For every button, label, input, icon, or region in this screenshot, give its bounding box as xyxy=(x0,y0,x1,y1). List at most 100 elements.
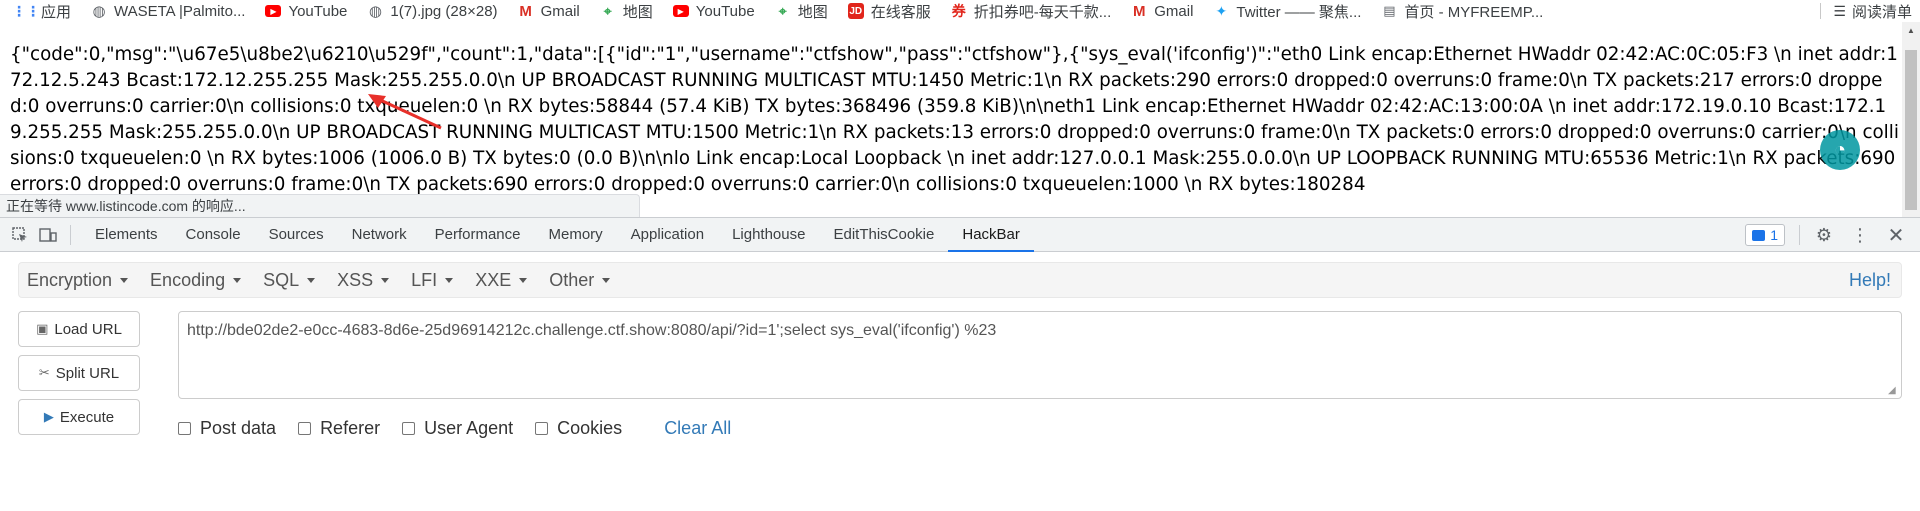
bookmark-label: Twitter —— 聚焦... xyxy=(1236,3,1362,21)
reading-list-icon: ☰ xyxy=(1833,2,1846,19)
page-scrollbar[interactable]: ▲ xyxy=(1902,22,1920,217)
map-icon: ⌖ xyxy=(778,2,787,19)
bookmark-label: 地图 xyxy=(797,3,828,21)
caret-down-icon xyxy=(602,277,611,283)
bookmark-youtube-2[interactable]: ▶ YouTube xyxy=(672,2,755,20)
bookmark-maps[interactable]: ⌖ 地图 xyxy=(600,1,653,22)
bookmark-waseta[interactable]: ◍ WASETA |Palmito... xyxy=(91,3,245,21)
bookmark-jd[interactable]: JD 在线客服 xyxy=(847,1,931,22)
reading-list-label: 阅读清单 xyxy=(1851,3,1912,21)
checkbox[interactable] xyxy=(535,421,549,435)
execute-button[interactable]: ▶ Execute xyxy=(18,399,140,435)
page-content: {"code":0,"msg":"\u67e5\u8be2\u6210\u529… xyxy=(0,22,1902,217)
json-response-text: {"code":0,"msg":"\u67e5\u8be2\u6210\u529… xyxy=(10,44,1899,195)
bookmark-label: 首页 - MYFREEMP... xyxy=(1404,3,1544,21)
checkbox[interactable] xyxy=(402,421,416,435)
bookmark-label: 1(7).jpg (28×28) xyxy=(390,2,498,20)
scissors-icon: ✂ xyxy=(38,365,50,380)
menu-label: Other xyxy=(549,269,595,290)
menu-xxe[interactable]: XXE xyxy=(467,270,535,291)
split-url-button[interactable]: ✂ Split URL xyxy=(18,355,140,391)
tab-performance[interactable]: Performance xyxy=(421,218,535,252)
more-options-icon[interactable]: ⋮ xyxy=(1848,218,1872,252)
option-label: User Agent xyxy=(424,417,514,438)
caret-down-icon xyxy=(445,277,454,283)
menu-encoding[interactable]: Encoding xyxy=(142,270,249,291)
help-link[interactable]: Help! xyxy=(1849,270,1891,291)
clear-all-link[interactable]: Clear All xyxy=(664,418,731,439)
cookies-checkbox[interactable]: Cookies xyxy=(535,418,622,439)
menu-encryption[interactable]: Encryption xyxy=(19,270,136,291)
referer-checkbox[interactable]: Referer xyxy=(298,418,380,439)
url-input[interactable] xyxy=(178,311,1902,399)
tab-memory[interactable]: Memory xyxy=(535,218,617,252)
bookmark-jpg[interactable]: ◍ 1(7).jpg (28×28) xyxy=(367,2,498,21)
bookmark-label: YouTube xyxy=(288,2,348,20)
bookmark-gmail-2[interactable]: M Gmail xyxy=(1131,3,1193,20)
menu-other[interactable]: Other xyxy=(541,270,618,291)
tab-editthiscookie[interactable]: EditThisCookie xyxy=(819,218,948,252)
resize-grip-icon[interactable]: ◢ xyxy=(1888,385,1900,397)
bookmark-myfreemp[interactable]: ▤ 首页 - MYFREEMP... xyxy=(1381,1,1543,22)
divider xyxy=(1820,3,1822,19)
button-label: Load URL xyxy=(54,320,122,338)
settings-gear-icon[interactable]: ⚙ xyxy=(1812,218,1836,252)
bookmark-youtube[interactable]: ▶ YouTube xyxy=(265,3,347,20)
bookmark-label: Gmail xyxy=(540,2,580,20)
bookmark-apps[interactable]: ⋮⋮ 应用 xyxy=(12,1,71,22)
issues-count: 1 xyxy=(1770,227,1778,243)
device-toolbar-icon[interactable] xyxy=(34,218,62,252)
tab-elements[interactable]: Elements xyxy=(81,218,172,252)
tab-network[interactable]: Network xyxy=(338,218,421,252)
checkbox[interactable] xyxy=(178,421,191,435)
tab-console[interactable]: Console xyxy=(172,218,255,252)
menu-label: XSS xyxy=(337,269,374,290)
twitter-icon: ✦ xyxy=(1215,2,1228,19)
hackbar-options: Post data Referer User Agent Cookies Cle… xyxy=(178,415,731,441)
user-agent-checkbox[interactable]: User Agent xyxy=(402,418,513,439)
tab-sources[interactable]: Sources xyxy=(255,218,338,252)
apps-grid-icon: ⋮⋮ xyxy=(12,2,40,19)
load-url-button[interactable]: ▣ Load URL xyxy=(18,311,140,347)
coupon-icon: 券 xyxy=(951,3,966,19)
bookmark-label: Gmail xyxy=(1154,2,1194,20)
close-icon[interactable]: ✕ xyxy=(1884,218,1908,252)
reading-list-button[interactable]: ☰ 阅读清单 xyxy=(1810,0,1912,22)
issues-badge[interactable]: 1 xyxy=(1745,224,1785,246)
devtools-tab-bar: Elements Console Sources Network Perform… xyxy=(0,218,1920,252)
youtube-icon: ▶ xyxy=(265,5,282,17)
caret-down-icon xyxy=(233,277,242,283)
menu-label: Encryption xyxy=(27,269,113,290)
floating-assistant-icon[interactable]: ◔ xyxy=(1820,130,1860,170)
bookmark-coupon[interactable]: 券折扣券吧-每天千款... xyxy=(951,1,1112,22)
bookmark-label: 地图 xyxy=(622,3,653,21)
menu-sql[interactable]: SQL xyxy=(255,270,323,291)
option-label: Referer xyxy=(320,417,381,438)
divider xyxy=(1799,225,1800,245)
bookmark-label: 在线客服 xyxy=(870,3,931,21)
inspect-element-icon[interactable] xyxy=(6,218,34,252)
bookmark-twitter[interactable]: ✦ Twitter —— 聚焦... xyxy=(1213,1,1362,22)
bookmark-gmail[interactable]: M Gmail xyxy=(518,2,580,20)
map-icon: ⌖ xyxy=(603,2,612,19)
menu-lfi[interactable]: LFI xyxy=(403,270,461,291)
bookmark-label: 折扣券吧-每天千款... xyxy=(973,3,1112,21)
tab-lighthouse[interactable]: Lighthouse xyxy=(718,218,819,252)
gmail-icon: M xyxy=(519,2,532,20)
post-data-checkbox[interactable]: Post data xyxy=(178,418,276,439)
menu-xss[interactable]: XSS xyxy=(329,270,397,291)
load-icon: ▣ xyxy=(36,321,49,336)
scroll-up-icon[interactable]: ▲ xyxy=(1902,22,1920,39)
tab-application[interactable]: Application xyxy=(617,218,718,252)
caret-down-icon xyxy=(120,277,129,283)
menu-label: LFI xyxy=(411,269,438,290)
checkbox[interactable] xyxy=(298,421,312,435)
scroll-thumb[interactable] xyxy=(1905,50,1917,210)
bookmark-maps-2[interactable]: ⌖ 地图 xyxy=(775,1,828,22)
caret-down-icon xyxy=(307,277,316,283)
message-icon xyxy=(1752,229,1766,241)
bookmark-label: YouTube xyxy=(695,2,755,20)
devtools-panel: Elements Console Sources Network Perform… xyxy=(0,217,1920,511)
play-icon: ▶ xyxy=(43,409,54,424)
tab-hackbar[interactable]: HackBar xyxy=(948,218,1034,252)
